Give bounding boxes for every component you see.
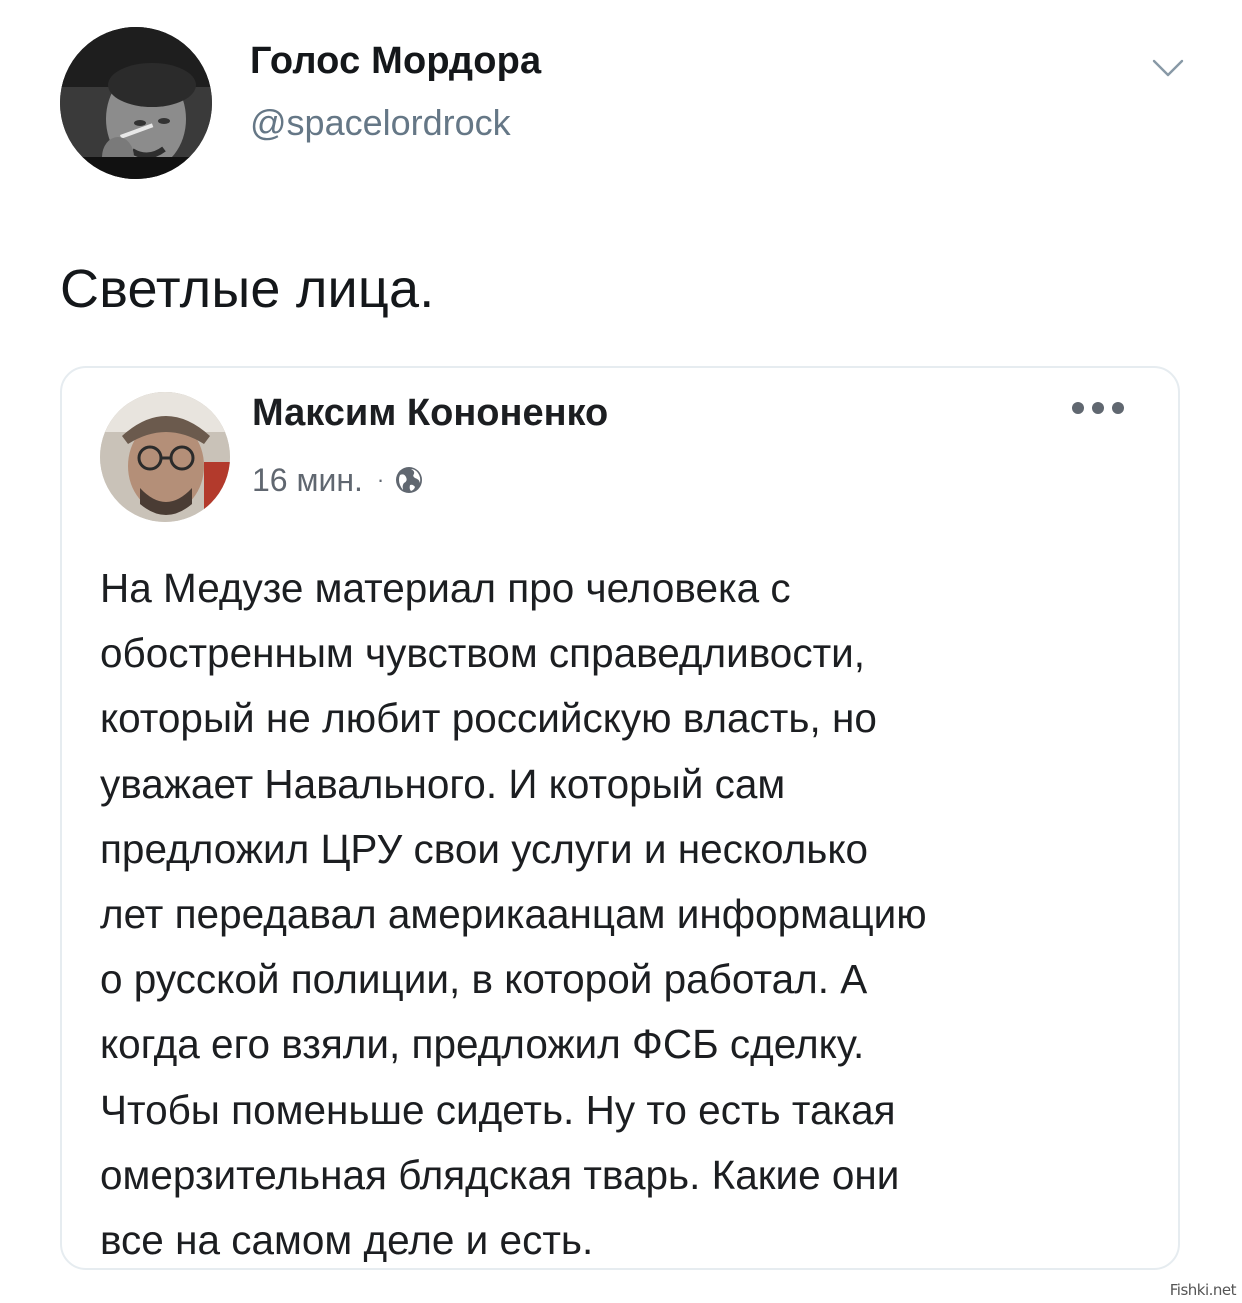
watermark: Fishki.net — [1169, 1281, 1237, 1299]
display-name[interactable]: Голос Мордора — [250, 40, 541, 83]
avatar-photo — [60, 27, 212, 179]
chevron-down-icon[interactable] — [1150, 56, 1186, 80]
tweet-header: Голос Мордора @spacelordrock — [0, 0, 1242, 200]
tweet-text: Светлые лица. — [60, 259, 435, 319]
quoted-post-card[interactable]: Максим Кононенко 16 мин. · На Медузе мат… — [60, 366, 1180, 1270]
more-dots-icon[interactable] — [1070, 398, 1126, 418]
author-name[interactable]: Максим Кононенко — [252, 392, 608, 435]
post-body-text: На Медузе материал про человека с обостр… — [100, 565, 927, 1264]
user-avatar[interactable] — [60, 27, 212, 179]
globe-icon — [396, 467, 423, 493]
author-photo — [100, 392, 230, 522]
post-time[interactable]: 16 мин. — [252, 462, 363, 499]
user-handle[interactable]: @spacelordrock — [250, 102, 511, 144]
post-meta: 16 мин. · — [252, 460, 424, 500]
author-avatar[interactable] — [100, 392, 230, 522]
meta-separator: · — [376, 467, 385, 492]
